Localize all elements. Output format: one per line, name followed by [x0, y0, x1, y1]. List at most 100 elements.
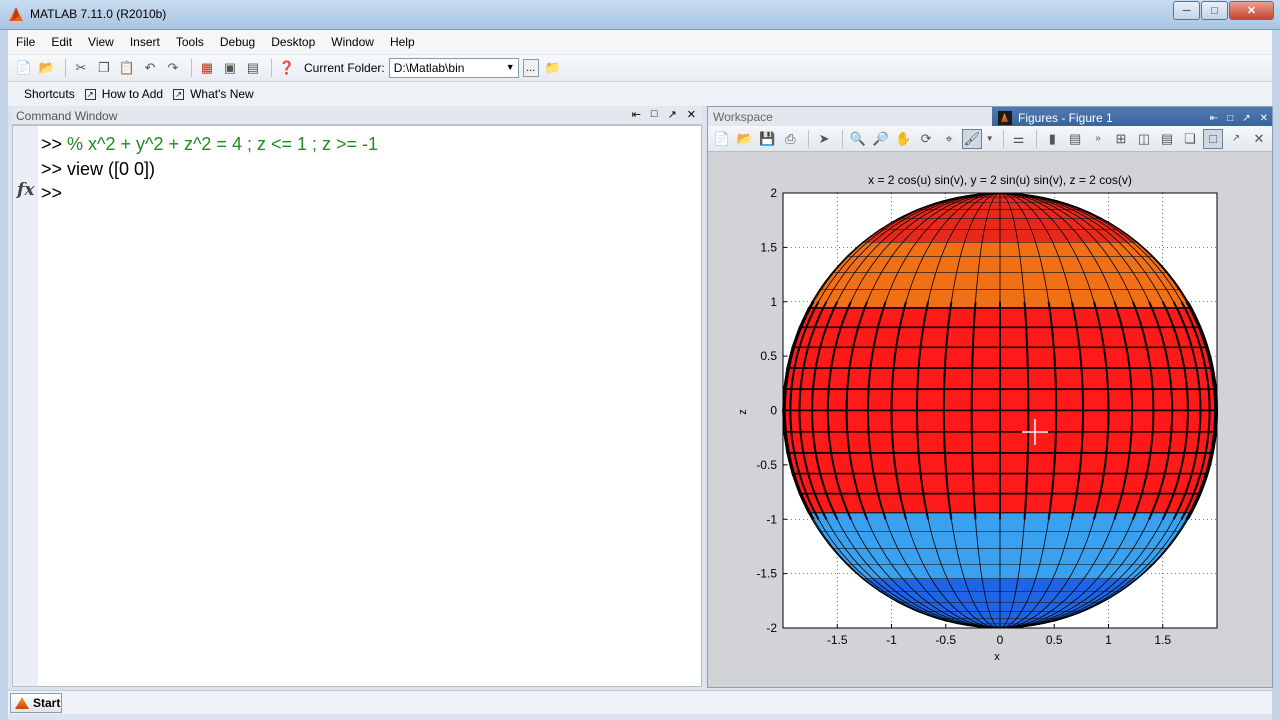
more-icon[interactable]: »	[1088, 129, 1108, 149]
undock-icon[interactable]: ⇤	[632, 108, 641, 121]
tile-rows-icon[interactable]: ▤	[1157, 129, 1177, 149]
menu-help[interactable]: Help	[390, 35, 415, 49]
dock-arrow-icon[interactable]: ↗	[668, 108, 677, 121]
start-button[interactable]: Start	[10, 693, 62, 713]
toolbar-separator	[191, 59, 192, 77]
y-tick-label: 0.5	[760, 349, 777, 363]
y-tick-label: 1.5	[760, 240, 777, 254]
start-label: Start	[33, 696, 61, 710]
command-window-header: Command Window ⇤ □ ↗ ✕	[12, 106, 702, 125]
function-browser-icon[interactable]: fx	[17, 180, 34, 200]
zoom-out-icon[interactable]: 🔎	[871, 129, 891, 149]
y-tick-label: 0	[770, 404, 777, 418]
shortcuts-bar: Shortcuts ↗ How to Add ↗ What's New	[8, 82, 1272, 106]
plot-area[interactable]: -1.5 -1 -0.5 0 0.5 1 1.5 2 1.5 1 0.5 0 -0.5 -1 -1.5 -2 …	[708, 152, 1272, 687]
y-tick-label: -2	[766, 621, 777, 635]
how-to-add-label: How to Add	[101, 87, 164, 101]
command-text: view ([0 0])	[67, 159, 156, 179]
undo-icon[interactable]: ↶	[140, 58, 160, 78]
simulink-icon[interactable]: ▦	[197, 58, 217, 78]
redo-icon[interactable]: ↷	[163, 58, 183, 78]
sphere-surface	[782, 192, 1219, 629]
y-tick-label: -0.5	[756, 458, 777, 472]
command-line[interactable]: >>	[41, 183, 62, 204]
print-icon[interactable]: ⎙	[780, 129, 800, 149]
figure-tab-label: Figures - Figure 1	[1018, 111, 1113, 125]
legend-icon[interactable]: ▤	[1065, 129, 1085, 149]
toolbar-separator	[65, 59, 66, 77]
tile-columns-icon[interactable]: ◫	[1134, 129, 1154, 149]
cut-icon[interactable]: ✂	[71, 58, 91, 78]
copy-icon[interactable]: ❐	[94, 58, 114, 78]
close-button[interactable]: ✕	[1229, 1, 1274, 20]
maximize-panel-icon[interactable]: □	[651, 108, 658, 121]
y-tick-label: 2	[770, 186, 777, 200]
menu-desktop[interactable]: Desktop	[271, 35, 315, 49]
toolbar-separator	[1036, 129, 1038, 148]
help-icon[interactable]: ❓	[277, 58, 297, 78]
window-right-edge	[1272, 0, 1280, 720]
maximize-panel-icon[interactable]: □	[1227, 113, 1233, 124]
command-text: % x^2 + y^2 + z^2 = 4 ; z <= 1 ; z >= -1	[67, 134, 379, 154]
x-tick-label: 0	[997, 633, 1004, 647]
new-file-icon[interactable]: 📄	[14, 58, 34, 78]
chevron-down-icon[interactable]: ▼	[985, 129, 995, 149]
menu-window[interactable]: Window	[331, 35, 374, 49]
guide-icon[interactable]: ▣	[220, 58, 240, 78]
open-file-icon[interactable]: 📂	[735, 129, 755, 149]
y-tick-label: 1	[770, 295, 777, 309]
close-panel-icon[interactable]: ✕	[687, 108, 696, 121]
command-window[interactable]: fx >> % x^2 + y^2 + z^2 = 4 ; z <= 1 ; z…	[12, 125, 702, 687]
command-line: >> % x^2 + y^2 + z^2 = 4 ; z <= 1 ; z >=…	[41, 134, 378, 155]
close-panel-icon[interactable]: ✕	[1260, 113, 1268, 124]
tile-grid-icon[interactable]: ⊞	[1111, 129, 1131, 149]
new-figure-icon[interactable]: 📄	[712, 129, 732, 149]
data-cursor-icon[interactable]: ⌖	[939, 129, 959, 149]
minimize-button[interactable]: ─	[1173, 1, 1200, 20]
brush-icon[interactable]: 🖌	[961, 128, 982, 149]
command-line: >> view ([0 0])	[41, 159, 155, 180]
figure-icon	[998, 111, 1012, 125]
select-arrow-icon[interactable]: ➤	[814, 129, 834, 149]
menu-debug[interactable]: Debug	[220, 35, 255, 49]
window-left-edge	[0, 30, 8, 720]
menu-edit[interactable]: Edit	[51, 35, 72, 49]
dock-arrow-icon[interactable]: ↗	[1242, 113, 1250, 124]
pan-hand-icon[interactable]: ✋	[894, 129, 914, 149]
undock-icon[interactable]: ⇤	[1210, 113, 1218, 124]
profiler-icon[interactable]: ▤	[243, 58, 263, 78]
menu-insert[interactable]: Insert	[130, 35, 160, 49]
menu-view[interactable]: View	[88, 35, 114, 49]
toolbar-separator	[841, 129, 843, 148]
y-tick-label: -1.5	[756, 567, 777, 581]
shortcut-how-to-add[interactable]: ↗ How to Add	[84, 87, 164, 101]
figure-toolbar: 📄 📂 💾 ⎙ ➤ 🔍 🔎 ✋ ⟳ ⌖ 🖌 ▼ ⚌ ▮ ▤ » ⊞ ◫ ▤ ❏ …	[708, 126, 1272, 152]
maximize-figure-icon[interactable]: □	[1203, 128, 1223, 149]
y-axis-label: z	[737, 409, 749, 415]
colorbar-icon[interactable]: ▮	[1042, 129, 1062, 149]
up-folder-icon[interactable]: 📁	[543, 58, 563, 78]
menu-tools[interactable]: Tools	[176, 35, 204, 49]
menu-file[interactable]: File	[16, 35, 35, 49]
link-plot-icon[interactable]: ⚌	[1009, 129, 1029, 149]
menu-bar: File Edit View Insert Tools Debug Deskto…	[8, 30, 1272, 54]
x-tick-label: 1.5	[1154, 633, 1171, 647]
whats-new-label: What's New	[190, 87, 254, 101]
dock-arrow-icon[interactable]: ↗	[1226, 129, 1246, 149]
shortcut-whats-new[interactable]: ↗ What's New	[173, 87, 254, 101]
zoom-in-icon[interactable]: 🔍	[848, 129, 868, 149]
maximize-button[interactable]: □	[1201, 1, 1228, 20]
float-window-icon[interactable]: ❏	[1180, 129, 1200, 149]
rotate-3d-icon[interactable]: ⟳	[916, 129, 936, 149]
browse-folder-button[interactable]: ...	[522, 59, 539, 77]
figure-canvas[interactable]: -1.5 -1 -0.5 0 0.5 1 1.521.510.50-0.5-1-1.5-2 …	[708, 152, 1272, 687]
save-icon[interactable]: 💾	[758, 129, 778, 149]
paste-icon[interactable]: 📋	[117, 58, 137, 78]
close-figure-icon[interactable]: ✕	[1249, 129, 1269, 149]
tab-workspace[interactable]: Workspace	[708, 107, 992, 126]
command-prompt: >>	[41, 183, 63, 203]
tab-figures[interactable]: Figures - Figure 1 ⇤ □ ↗ ✕	[992, 107, 1272, 126]
matlab-logo-icon	[15, 697, 29, 709]
current-folder-select[interactable]: D:\Matlab\bin ▼	[388, 58, 519, 78]
open-folder-icon[interactable]: 📂	[37, 58, 57, 78]
